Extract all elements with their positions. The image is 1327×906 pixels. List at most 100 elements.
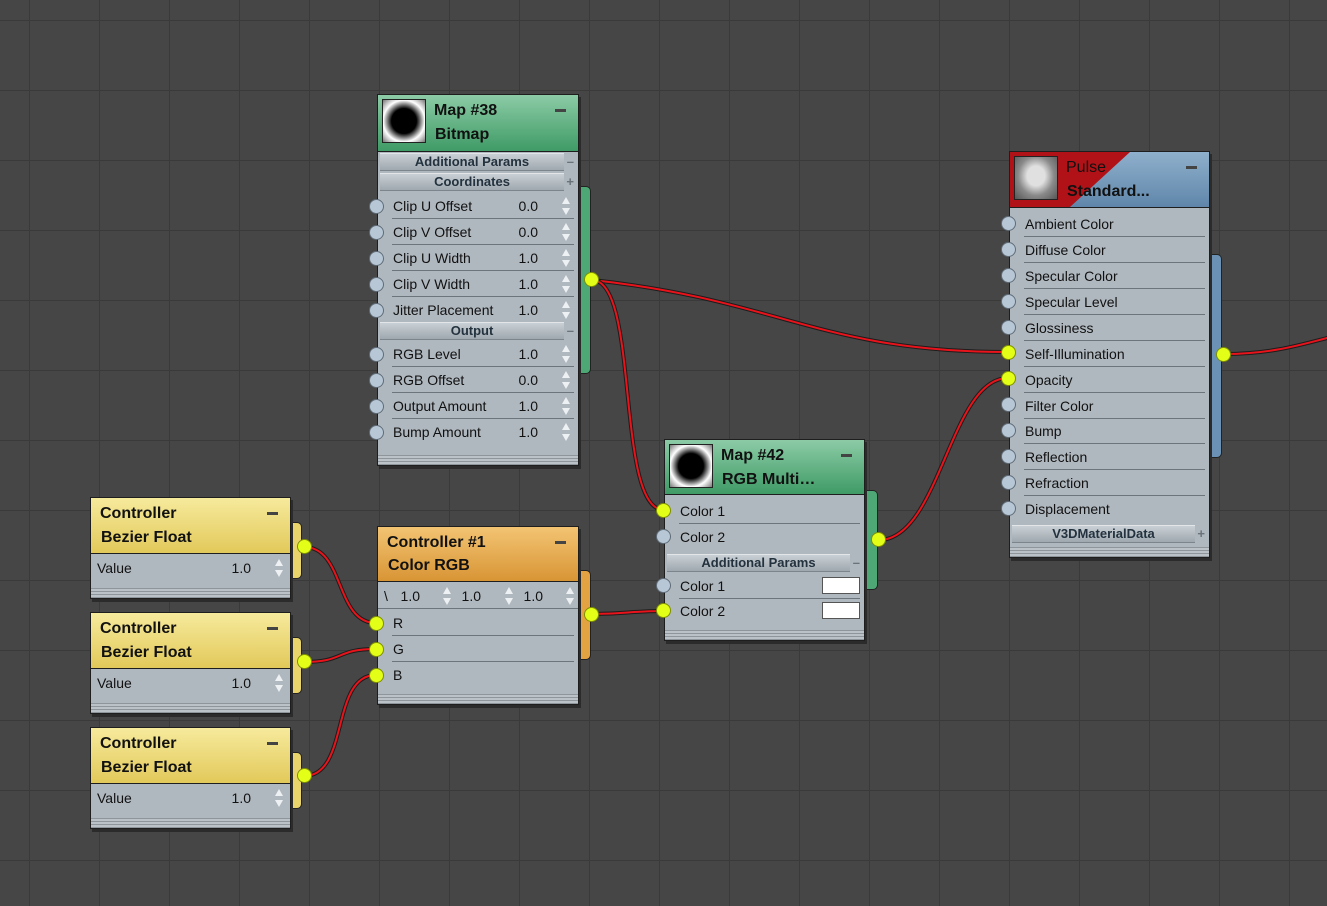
param-input-socket[interactable] [369,399,384,414]
minimize-icon[interactable] [841,454,852,457]
controller-node-header[interactable]: Controller Bezier Float [91,613,290,669]
bitmap-node[interactable]: Map #38 Bitmap Additional Params – Coordi… [377,94,579,466]
color2-input-socket[interactable] [656,529,671,544]
rgbmult-node-header[interactable]: Map #42 RGB Multi… [665,440,864,495]
param-label: Color 1 [680,578,726,594]
bitmap-node-header[interactable]: Map #38 Bitmap [378,95,578,152]
param-input-socket[interactable] [369,225,384,240]
param-value[interactable]: 0.0 [502,224,538,240]
color-node-header[interactable]: Controller #1 Color RGB [378,527,578,582]
self-illumination-socket[interactable] [1001,345,1016,360]
spinner-icon[interactable] [561,396,571,416]
g-input-socket[interactable] [369,642,384,657]
param-label: Output Amount [393,398,487,414]
g-value[interactable]: 1.0 [445,588,481,604]
spinner-icon[interactable] [565,586,575,606]
spinner-icon[interactable] [561,196,571,216]
material-output-socket[interactable] [1216,347,1231,362]
param-value[interactable]: 1.0 [215,790,251,806]
spinner-icon[interactable] [561,300,571,320]
section-additional-params[interactable]: Additional Params – [380,153,574,171]
section-output[interactable]: Output – [380,322,574,340]
section-additional-params[interactable]: Additional Params – [667,554,860,572]
color-rgb-node[interactable]: Controller #1 Color RGB \ 1.0 1.0 1.0 R … [377,526,579,705]
bump-socket[interactable] [1001,423,1016,438]
controller-node-header[interactable]: Controller Bezier Float [91,498,290,554]
param-color2-socket[interactable] [656,603,671,618]
controller-node-header[interactable]: Controller Bezier Float [91,728,290,784]
controller-node[interactable]: Controller Bezier Float Value 1.0 [90,497,291,599]
param-color1-socket[interactable] [656,578,671,593]
color1-input-socket[interactable] [656,503,671,518]
section-coordinates[interactable]: Coordinates + [380,173,574,191]
spinner-icon[interactable] [561,344,571,364]
param-value[interactable]: 1.0 [502,250,538,266]
rgbmult-preview-thumbnail [669,444,713,488]
param-input-socket[interactable] [369,347,384,362]
param-value[interactable]: 1.0 [502,276,538,292]
param-value[interactable]: 1.0 [215,675,251,691]
controller-subtitle: Bezier Float [101,529,192,546]
minimize-icon[interactable] [267,627,278,630]
controller-node[interactable]: Controller Bezier Float Value 1.0 [90,612,291,714]
collapse-icon[interactable]: – [567,154,574,170]
controller-output-socket[interactable] [297,768,312,783]
param-input-socket[interactable] [369,277,384,292]
param-value[interactable]: 1.0 [502,424,538,440]
param-value[interactable]: 1.0 [215,560,251,576]
opacity-socket[interactable] [1001,371,1016,386]
specular-color-socket[interactable] [1001,268,1016,283]
material-node-header[interactable]: Pulse Standard... [1010,152,1209,208]
r-input-socket[interactable] [369,616,384,631]
spinner-icon[interactable] [561,274,571,294]
b-value[interactable]: 1.0 [507,588,543,604]
minimize-icon[interactable] [267,742,278,745]
param-input-socket[interactable] [369,373,384,388]
controller-output-socket[interactable] [297,654,312,669]
material-node[interactable]: Pulse Standard... Ambient Color Diffuse … [1009,151,1210,558]
spinner-icon[interactable] [561,422,571,442]
param-value[interactable]: 1.0 [502,398,538,414]
param-value[interactable]: 0.0 [502,372,538,388]
collapse-icon[interactable]: – [567,323,574,339]
spinner-icon[interactable] [561,248,571,268]
spinner-icon[interactable] [274,673,284,693]
spinner-icon[interactable] [274,788,284,808]
spinner-icon[interactable] [561,222,571,242]
param-value[interactable]: 1.0 [502,346,538,362]
minimize-icon[interactable] [555,541,566,544]
minimize-icon[interactable] [555,109,566,112]
refraction-socket[interactable] [1001,475,1016,490]
collapse-icon[interactable]: – [853,555,860,571]
specular-level-socket[interactable] [1001,294,1016,309]
displacement-socket[interactable] [1001,501,1016,516]
ambient-color-socket[interactable] [1001,216,1016,231]
filter-color-socket[interactable] [1001,397,1016,412]
param-value[interactable]: 1.0 [502,302,538,318]
color-swatch[interactable] [822,602,860,619]
controller-output-socket[interactable] [297,539,312,554]
param-input-socket[interactable] [369,199,384,214]
param-input-socket[interactable] [369,303,384,318]
r-value[interactable]: 1.0 [384,588,420,604]
param-value[interactable]: 0.0 [502,198,538,214]
rgbmult-node[interactable]: Map #42 RGB Multi… Color 1 Color 2 Addit… [664,439,865,641]
bitmap-output-socket[interactable] [584,272,599,287]
spinner-icon[interactable] [274,558,284,578]
color-swatch[interactable] [822,577,860,594]
reflection-socket[interactable] [1001,449,1016,464]
section-v3dmaterialdata[interactable]: V3DMaterialData + [1012,525,1205,543]
glossiness-socket[interactable] [1001,320,1016,335]
expand-icon[interactable]: + [1197,526,1205,542]
param-input-socket[interactable] [369,251,384,266]
diffuse-color-socket[interactable] [1001,242,1016,257]
expand-icon[interactable]: + [566,174,574,190]
rgbmult-output-socket[interactable] [871,532,886,547]
minimize-icon[interactable] [1186,166,1197,169]
color-output-socket[interactable] [584,607,599,622]
b-input-socket[interactable] [369,668,384,683]
spinner-icon[interactable] [561,370,571,390]
controller-node[interactable]: Controller Bezier Float Value 1.0 [90,727,291,829]
minimize-icon[interactable] [267,512,278,515]
param-input-socket[interactable] [369,425,384,440]
